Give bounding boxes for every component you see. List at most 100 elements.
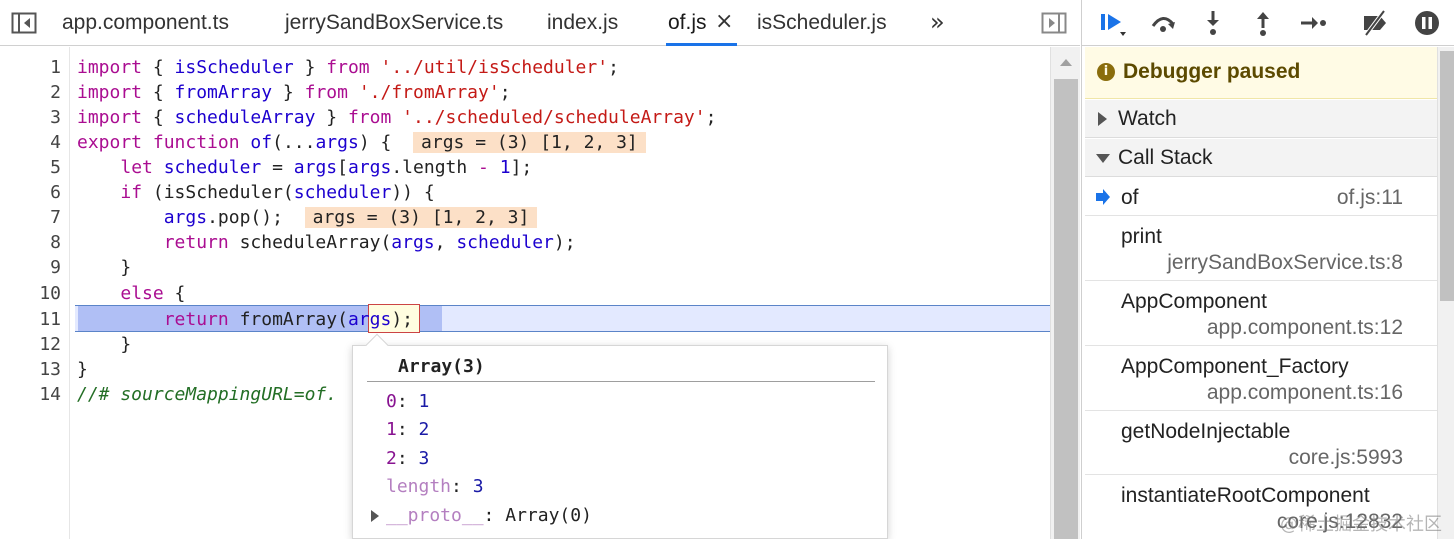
code-line-8[interactable]: return scheduleArray(args, scheduler);	[77, 230, 576, 255]
keyword: from	[326, 57, 370, 78]
frame-function: AppComponent_Factory	[1121, 355, 1349, 378]
section-label: Watch	[1118, 107, 1177, 130]
line-number[interactable]: 8	[50, 230, 61, 255]
step-out-icon[interactable]	[1248, 8, 1278, 38]
prop-value: 1	[418, 391, 430, 412]
resume-icon[interactable]	[1098, 8, 1128, 38]
code-line-12[interactable]: }	[77, 332, 131, 357]
code-line-7[interactable]: args.pop(); args = (3) [1, 2, 3]	[77, 205, 538, 230]
array-length[interactable]: length: 3	[386, 474, 484, 499]
tab-app-component[interactable]: app.component.ts	[62, 0, 229, 46]
editor-scrollbar-thumb[interactable]	[1054, 79, 1078, 539]
proto-item[interactable]: __proto__: Array(0)	[386, 503, 592, 528]
close-tab-icon[interactable]: ×	[715, 0, 733, 46]
line-number[interactable]: 10	[39, 281, 61, 306]
more-tabs-icon[interactable]: »	[930, 0, 945, 46]
sidebar-scrollbar-thumb[interactable]	[1440, 51, 1454, 301]
code-line-5[interactable]: let scheduler = args[args.length - 1];	[77, 155, 532, 180]
line-number[interactable]: 5	[50, 155, 61, 180]
expand-triangle-icon[interactable]	[371, 510, 379, 522]
code-line-3[interactable]: import { scheduleArray } from '../schedu…	[77, 105, 716, 130]
string-literal: '../util/isScheduler'	[380, 57, 609, 78]
punct: {	[142, 107, 175, 128]
call-frame-of[interactable]: of of.js:11	[1085, 178, 1437, 216]
line-number[interactable]: 4	[50, 130, 61, 155]
line-number[interactable]: 13	[39, 357, 61, 382]
pause-on-exceptions-icon[interactable]	[1412, 8, 1442, 38]
editor-panel: app.component.ts jerrySandBoxService.ts …	[0, 0, 1080, 539]
call-frame[interactable]: print jerrySandBoxService.ts:8	[1085, 217, 1437, 281]
punct: =	[261, 157, 294, 178]
sidebar-scrollbar[interactable]	[1437, 47, 1454, 539]
prop-key: 1	[386, 419, 397, 440]
code-line-11[interactable]: return fromArray(args);	[77, 307, 413, 332]
line-number[interactable]: 9	[50, 255, 61, 280]
popover-divider	[367, 381, 875, 382]
call-frame[interactable]: getNodeInjectable core.js:5993	[1085, 412, 1437, 475]
tab-is-scheduler[interactable]: isScheduler.js	[757, 0, 887, 46]
step-into-icon[interactable]	[1198, 8, 1228, 38]
paused-status-text: Debugger paused	[1123, 60, 1301, 83]
expand-triangle-icon	[1098, 112, 1107, 126]
frame-function: AppComponent	[1121, 290, 1267, 313]
line-number-gutter[interactable]: 1 2 3 4 5 6 7 8 9 10 11 12 13 14	[0, 47, 70, 539]
code-line-10[interactable]: else {	[77, 281, 185, 306]
line-number[interactable]: 1	[50, 55, 61, 80]
call-frame[interactable]: AppComponent_Factory app.component.ts:16	[1085, 347, 1437, 411]
line-number[interactable]: 6	[50, 180, 61, 205]
keyword: import	[77, 107, 143, 128]
watermark: @稀土掘金技术社区	[1280, 514, 1442, 535]
line-number[interactable]: 7	[50, 205, 61, 230]
editor-scrollbar[interactable]	[1050, 47, 1080, 539]
line-number[interactable]: 12	[39, 332, 61, 357]
punct: }	[272, 82, 305, 103]
hovered-identifier[interactable]: args	[348, 309, 391, 330]
code-line-13[interactable]: }	[77, 357, 88, 382]
line-number[interactable]: 2	[50, 80, 61, 105]
toggle-debugger-icon[interactable]	[1040, 9, 1068, 37]
toggle-navigator-icon[interactable]	[10, 9, 38, 37]
editor-tab-bar: app.component.ts jerrySandBoxService.ts …	[0, 0, 1080, 46]
prop-sep: :	[396, 391, 419, 412]
code-line-6[interactable]: if (isScheduler(scheduler)) {	[77, 180, 434, 205]
punct: scheduleArray(	[228, 232, 392, 253]
array-item[interactable]: 0: 1	[386, 389, 429, 414]
identifier: args	[347, 157, 392, 178]
code-line-2[interactable]: import { fromArray } from './fromArray';	[77, 80, 511, 105]
debugger-toolbar	[1082, 0, 1454, 46]
array-item[interactable]: 2: 3	[386, 446, 429, 471]
prop-key: length	[386, 476, 452, 497]
punct: ];	[510, 157, 533, 178]
debugger-sidebar: i Debugger paused Watch Call Stack of of…	[1081, 0, 1454, 539]
code-line-4[interactable]: export function of(...args) { args = (3)…	[77, 130, 646, 155]
identifier: args	[163, 207, 208, 228]
call-frame[interactable]: AppComponent app.component.ts:12	[1085, 282, 1437, 346]
step-icon[interactable]	[1298, 8, 1328, 38]
tab-jerry-sandbox-service[interactable]: jerrySandBoxService.ts	[285, 0, 503, 46]
array-item[interactable]: 1: 2	[386, 417, 429, 442]
frame-function: getNodeInjectable	[1121, 420, 1291, 443]
tab-of-js[interactable]: of.js	[666, 0, 736, 46]
step-over-icon[interactable]	[1148, 8, 1178, 38]
keyword: else	[120, 283, 164, 304]
deactivate-breakpoints-icon[interactable]	[1360, 8, 1390, 38]
code-line-9[interactable]: }	[77, 255, 131, 280]
line-number[interactable]: 3	[50, 105, 61, 130]
scroll-up-arrow-icon[interactable]	[1060, 59, 1072, 66]
line-number[interactable]: 14	[39, 382, 61, 407]
tab-index-js[interactable]: index.js	[547, 0, 618, 46]
line-number[interactable]: 11	[39, 307, 61, 332]
prop-value: Array(0)	[505, 505, 592, 526]
code-line-14[interactable]: //# sourceMappingURL=of.	[77, 382, 337, 407]
code-line-1[interactable]: import { isScheduler } from '../util/isS…	[77, 55, 619, 80]
watch-section-header[interactable]: Watch	[1085, 100, 1437, 138]
prop-value: 2	[418, 419, 430, 440]
prop-sep: :	[396, 419, 419, 440]
call-stack-section-header[interactable]: Call Stack	[1085, 139, 1437, 177]
